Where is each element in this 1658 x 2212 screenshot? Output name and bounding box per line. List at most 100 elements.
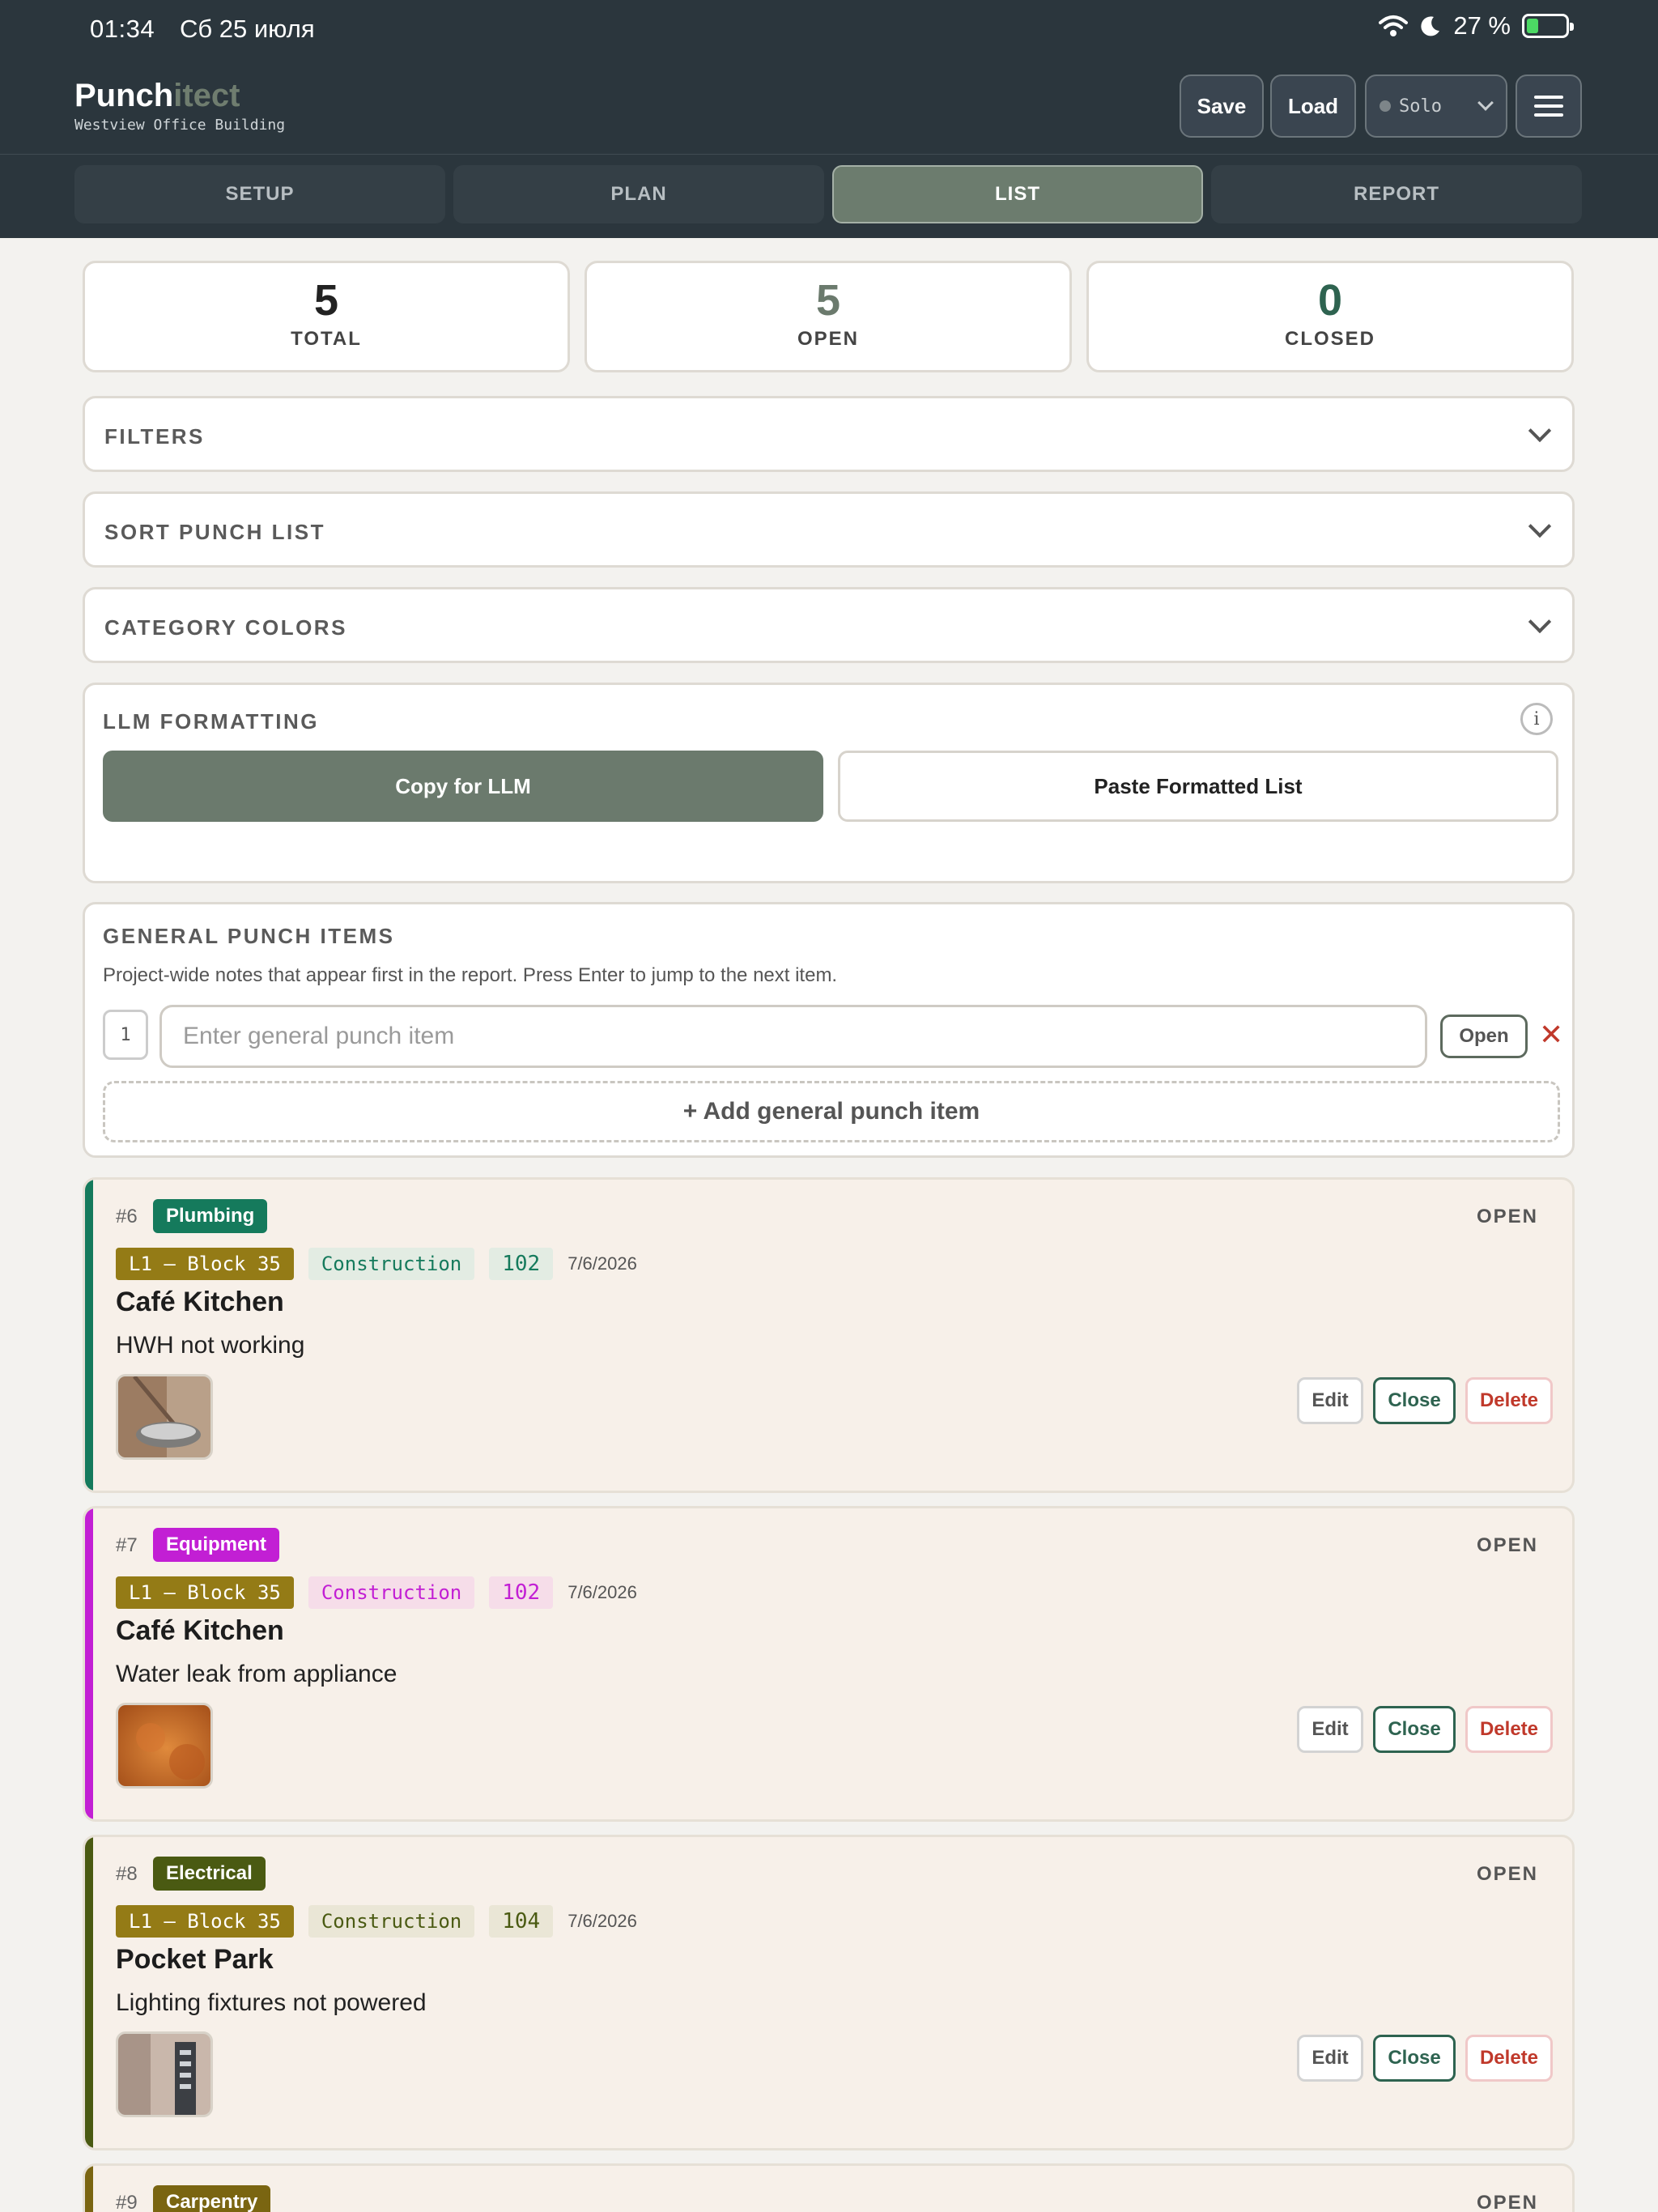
item-actions: Edit Close Delete bbox=[1297, 1706, 1553, 1753]
paste-formatted-list-button[interactable]: Paste Formatted List bbox=[838, 751, 1558, 822]
close-item-button[interactable]: Close bbox=[1373, 2035, 1456, 2082]
wifi-icon bbox=[1379, 15, 1409, 36]
item-date: 7/6/2026 bbox=[568, 1582, 637, 1602]
item-description: Water leak from appliance bbox=[116, 1661, 397, 1687]
item-status: OPEN bbox=[1476, 1206, 1538, 1227]
battery-icon bbox=[1522, 14, 1574, 38]
info-icon[interactable]: i bbox=[1520, 703, 1553, 735]
item-actions: Edit Close Delete bbox=[1297, 1377, 1553, 1424]
item-photo-thumbnail[interactable] bbox=[116, 1374, 213, 1460]
app-header: 01:34 Сб 25 июля 27 % Punchitect Westvie… bbox=[0, 0, 1658, 238]
brand-name: Punch bbox=[74, 78, 174, 113]
status-right: 27 % bbox=[1379, 11, 1574, 40]
general-punch-input[interactable] bbox=[159, 1005, 1427, 1068]
item-location-name: Café Kitchen bbox=[116, 1287, 284, 1317]
filters-title: FILTERS bbox=[104, 424, 205, 449]
item-number: #6 bbox=[116, 1206, 138, 1227]
chevron-down-icon bbox=[1528, 514, 1552, 538]
load-button[interactable]: Load bbox=[1270, 74, 1356, 138]
chevron-down-icon bbox=[1528, 610, 1552, 634]
item-date: 7/6/2026 bbox=[568, 1911, 637, 1931]
stat-total-value: 5 bbox=[313, 276, 339, 325]
punch-item-card[interactable]: #7 Equipment OPEN L1 – Block 35 Construc… bbox=[83, 1506, 1575, 1822]
tab-plan[interactable]: PLAN bbox=[453, 165, 824, 223]
item-status: OPEN bbox=[1476, 1863, 1538, 1885]
filters-section[interactable]: FILTERS bbox=[83, 396, 1575, 472]
category-colors-title: CATEGORY COLORS bbox=[104, 615, 347, 640]
delete-button[interactable]: Delete bbox=[1465, 1377, 1553, 1424]
category-color-bar bbox=[85, 1180, 93, 1491]
item-chips: L1 – Block 35 Construction 104 7/6/2026 bbox=[116, 1905, 637, 1938]
hamburger-icon bbox=[1534, 96, 1563, 117]
item-date: 7/6/2026 bbox=[568, 1253, 637, 1274]
item-location-name: Pocket Park bbox=[116, 1944, 274, 1975]
room-chip: 102 bbox=[489, 1248, 554, 1280]
punch-item-card[interactable]: #9 Carpentry OPEN bbox=[83, 2163, 1575, 2212]
delete-button[interactable]: Delete bbox=[1465, 2035, 1553, 2082]
mode-status-dot bbox=[1380, 100, 1391, 112]
item-photo-thumbnail[interactable] bbox=[116, 2031, 213, 2117]
close-item-button[interactable]: Close bbox=[1373, 1706, 1456, 1753]
copy-for-llm-button[interactable]: Copy for LLM bbox=[103, 751, 823, 822]
phase-chip: Construction bbox=[308, 1905, 475, 1938]
general-punch-description: Project-wide notes that appear first in … bbox=[103, 964, 838, 986]
phase-chip: Construction bbox=[308, 1248, 475, 1280]
remove-icon[interactable]: ✕ bbox=[1539, 1018, 1563, 1052]
app-logo: Punchitect bbox=[74, 78, 240, 114]
location-chip: L1 – Block 35 bbox=[116, 1905, 294, 1938]
item-number: #9 bbox=[116, 2192, 138, 2212]
stat-total-label: TOTAL bbox=[291, 328, 362, 350]
add-general-punch-item-button[interactable]: + Add general punch item bbox=[103, 1081, 1560, 1142]
stat-closed-label: CLOSED bbox=[1284, 328, 1375, 350]
general-item-status-button[interactable]: Open bbox=[1440, 1015, 1528, 1058]
moon-icon bbox=[1421, 16, 1440, 36]
edit-button[interactable]: Edit bbox=[1297, 1377, 1363, 1424]
stat-closed: 0 CLOSED bbox=[1086, 261, 1574, 372]
battery-percent: 27 % bbox=[1453, 11, 1511, 40]
item-chips: L1 – Block 35 Construction 102 7/6/2026 bbox=[116, 1576, 637, 1609]
status-time: 01:34 bbox=[90, 15, 155, 43]
sort-section[interactable]: SORT PUNCH LIST bbox=[83, 491, 1575, 568]
punch-item-card[interactable]: #8 Electrical OPEN L1 – Block 35 Constru… bbox=[83, 1835, 1575, 2150]
location-chip: L1 – Block 35 bbox=[116, 1576, 294, 1609]
stat-total: 5 TOTAL bbox=[83, 261, 570, 372]
item-chips: L1 – Block 35 Construction 102 7/6/2026 bbox=[116, 1248, 637, 1280]
general-punch-items-panel: GENERAL PUNCH ITEMS Project-wide notes t… bbox=[83, 902, 1575, 1158]
item-actions: Edit Close Delete bbox=[1297, 2035, 1553, 2082]
tab-list[interactable]: LIST bbox=[832, 165, 1203, 223]
room-chip: 102 bbox=[489, 1576, 554, 1609]
category-colors-section[interactable]: CATEGORY COLORS bbox=[83, 587, 1575, 663]
mode-select[interactable]: Solo bbox=[1365, 74, 1507, 138]
save-button[interactable]: Save bbox=[1180, 74, 1264, 138]
menu-button[interactable] bbox=[1516, 74, 1582, 138]
close-item-button[interactable]: Close bbox=[1373, 1377, 1456, 1424]
category-tag: Carpentry bbox=[153, 2185, 271, 2212]
category-tag: Equipment bbox=[153, 1528, 279, 1562]
stat-open-label: OPEN bbox=[797, 328, 859, 350]
location-chip: L1 – Block 35 bbox=[116, 1248, 294, 1280]
brand-name-accent: itect bbox=[173, 78, 240, 113]
category-tag: Plumbing bbox=[153, 1199, 268, 1233]
category-color-bar bbox=[85, 1508, 93, 1819]
room-chip: 104 bbox=[489, 1905, 554, 1938]
item-description: HWH not working bbox=[116, 1332, 305, 1359]
item-status: OPEN bbox=[1476, 2192, 1538, 2212]
general-item-index: 1 bbox=[103, 1010, 148, 1060]
edit-button[interactable]: Edit bbox=[1297, 2035, 1363, 2082]
llm-formatting-title: LLM FORMATTING bbox=[103, 709, 320, 734]
status-bar: 01:34 Сб 25 июля 27 % bbox=[0, 0, 1658, 58]
category-color-bar bbox=[85, 1837, 93, 2148]
category-tag: Electrical bbox=[153, 1857, 266, 1891]
llm-formatting-panel: LLM FORMATTING i Copy for LLM Paste Form… bbox=[83, 683, 1575, 883]
item-status: OPEN bbox=[1476, 1534, 1538, 1556]
delete-button[interactable]: Delete bbox=[1465, 1706, 1553, 1753]
edit-button[interactable]: Edit bbox=[1297, 1706, 1363, 1753]
punch-item-card[interactable]: #6 Plumbing OPEN L1 – Block 35 Construct… bbox=[83, 1177, 1575, 1493]
item-photo-thumbnail[interactable] bbox=[116, 1703, 213, 1789]
tab-report[interactable]: REPORT bbox=[1211, 165, 1582, 223]
item-description: Lighting fixtures not powered bbox=[116, 1989, 427, 2016]
general-punch-title: GENERAL PUNCH ITEMS bbox=[103, 924, 395, 948]
tab-setup[interactable]: SETUP bbox=[74, 165, 445, 223]
status-date: Сб 25 июля bbox=[180, 15, 315, 43]
chevron-down-icon bbox=[1477, 95, 1494, 111]
